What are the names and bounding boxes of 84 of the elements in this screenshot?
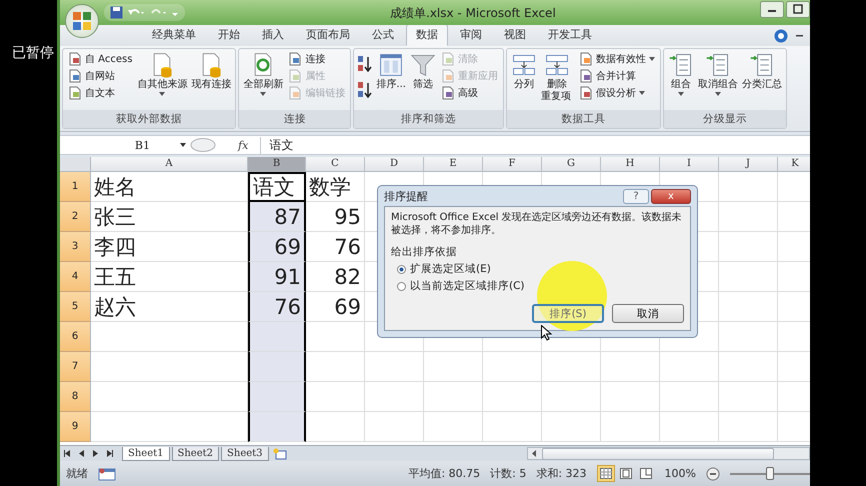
table-cell[interactable]: 数学 xyxy=(306,172,365,202)
ribbon-button[interactable]: 取消组合 xyxy=(696,51,739,97)
ribbon-button[interactable]: 现有连接 xyxy=(190,51,232,92)
ribbon-tab[interactable]: 插入 xyxy=(252,24,294,46)
ribbon-button[interactable]: 数据有效性 xyxy=(576,51,657,67)
status-sum: 求和: 323 xyxy=(536,466,587,481)
table-cell[interactable]: 69 xyxy=(248,232,306,262)
row-header[interactable]: 5 xyxy=(60,292,91,322)
column-header[interactable]: G xyxy=(542,157,601,172)
row-header[interactable]: 8 xyxy=(60,382,91,412)
ribbon-tab[interactable]: 公式 xyxy=(362,24,404,46)
ribbon-button[interactable]: 删除重复项 xyxy=(540,51,575,104)
ribbon-button[interactable]: 分列 xyxy=(510,51,538,92)
group-label: 分级显示 xyxy=(664,110,786,128)
close-button[interactable]: x xyxy=(651,188,691,204)
row-header[interactable]: 4 xyxy=(60,262,91,292)
ribbon-button[interactable]: 排序... xyxy=(375,51,407,92)
help-button[interactable]: ? xyxy=(623,188,649,204)
column-header[interactable]: H xyxy=(601,157,660,172)
column-header[interactable]: D xyxy=(365,157,424,172)
dialog-button[interactable]: 取消 xyxy=(612,304,684,323)
ribbon-button[interactable]: 分类汇总 xyxy=(740,51,783,92)
group-label: 排序和筛选 xyxy=(354,110,503,128)
ribbon-tab[interactable]: 数据 xyxy=(406,24,448,46)
sheet-tab[interactable]: Sheet3 xyxy=(221,446,269,460)
ribbon-button[interactable]: 假设分析 xyxy=(576,85,657,101)
row-header[interactable]: 6 xyxy=(60,322,91,352)
window-title: 成绩单.xlsx - Microsoft Excel xyxy=(390,5,556,22)
status-text: 就绪 xyxy=(66,466,88,481)
formula-input[interactable]: 语文 xyxy=(260,136,294,154)
zoom-level: 100% xyxy=(664,467,696,480)
sheet-tab[interactable]: Sheet2 xyxy=(172,446,220,460)
table-cell[interactable]: 95 xyxy=(306,202,365,232)
column-header[interactable]: F xyxy=(483,157,542,172)
ribbon-button[interactable]: 连接 xyxy=(286,51,348,67)
name-box[interactable]: B1 xyxy=(60,136,190,154)
radio-option[interactable]: 以当前选定区域排序(C) xyxy=(391,279,684,293)
row-header[interactable]: 1 xyxy=(60,172,91,202)
option-group-label: 给出排序依据 xyxy=(391,245,458,259)
dialog-message: Microsoft Office Excel 发现在选定区域旁边还有数据。该数据未被选择，将不参加排序。 xyxy=(391,212,683,237)
ribbon-button[interactable]: 筛选 xyxy=(408,51,437,92)
status-count: 计数: 5 xyxy=(490,466,526,481)
column-header[interactable]: B xyxy=(248,157,306,172)
ribbon-tab[interactable]: 经典菜单 xyxy=(142,24,206,46)
ribbon-button[interactable]: 自 Access xyxy=(66,51,134,67)
ribbon-tab[interactable]: 视图 xyxy=(494,24,536,46)
table-cell[interactable]: 69 xyxy=(306,292,365,322)
sheet-tab[interactable]: Sheet1 xyxy=(122,446,170,460)
group-label: 获取外部数据 xyxy=(63,110,236,128)
table-cell[interactable]: 91 xyxy=(248,262,306,292)
ribbon-button[interactable]: 高级 xyxy=(438,85,500,101)
row-header[interactable]: 3 xyxy=(60,232,91,262)
ribbon-tab[interactable]: 开始 xyxy=(208,24,250,46)
dialog-title: 排序提醒 xyxy=(384,188,428,204)
row-header[interactable]: 2 xyxy=(60,202,91,232)
ribbon-tab[interactable]: 审阅 xyxy=(450,24,492,46)
table-cell[interactable]: 语文 xyxy=(248,172,306,202)
ribbon-button[interactable]: 全部刷新 xyxy=(242,51,284,97)
ribbon-tab[interactable]: 页面布局 xyxy=(296,24,360,46)
radio-option[interactable]: 扩展选定区域(E) xyxy=(391,262,684,276)
ribbon-button[interactable]: 自其他来源 xyxy=(136,51,188,97)
table-cell[interactable]: 76 xyxy=(306,232,365,262)
column-header[interactable]: I xyxy=(660,157,719,172)
table-cell[interactable]: 82 xyxy=(306,262,365,292)
insert-function-button[interactable]: fx xyxy=(238,138,248,152)
group-label: 数据工具 xyxy=(506,110,660,128)
row-header[interactable]: 9 xyxy=(60,412,91,442)
status-average: 平均值: 80.75 xyxy=(408,466,480,481)
column-header[interactable]: J xyxy=(719,157,778,172)
dialog-button[interactable]: 排序(S) xyxy=(532,304,604,323)
column-header[interactable]: K xyxy=(778,157,810,172)
ribbon-tab[interactable]: 开发工具 xyxy=(538,24,602,46)
column-header[interactable]: A xyxy=(91,157,248,172)
table-cell[interactable]: 87 xyxy=(248,202,306,232)
column-header[interactable]: E xyxy=(424,157,483,172)
ribbon-button[interactable]: 自文本 xyxy=(66,85,134,101)
ribbon-button[interactable]: 组合 xyxy=(666,51,695,97)
ribbon-button[interactable]: 自网站 xyxy=(66,68,134,84)
table-cell[interactable]: 76 xyxy=(248,292,306,322)
group-label: 连接 xyxy=(239,110,350,128)
player-status: 已暂停 xyxy=(12,44,54,62)
column-header[interactable]: C xyxy=(306,157,365,172)
ribbon-button[interactable]: 合并计算 xyxy=(576,68,657,84)
row-header[interactable]: 7 xyxy=(60,352,91,382)
